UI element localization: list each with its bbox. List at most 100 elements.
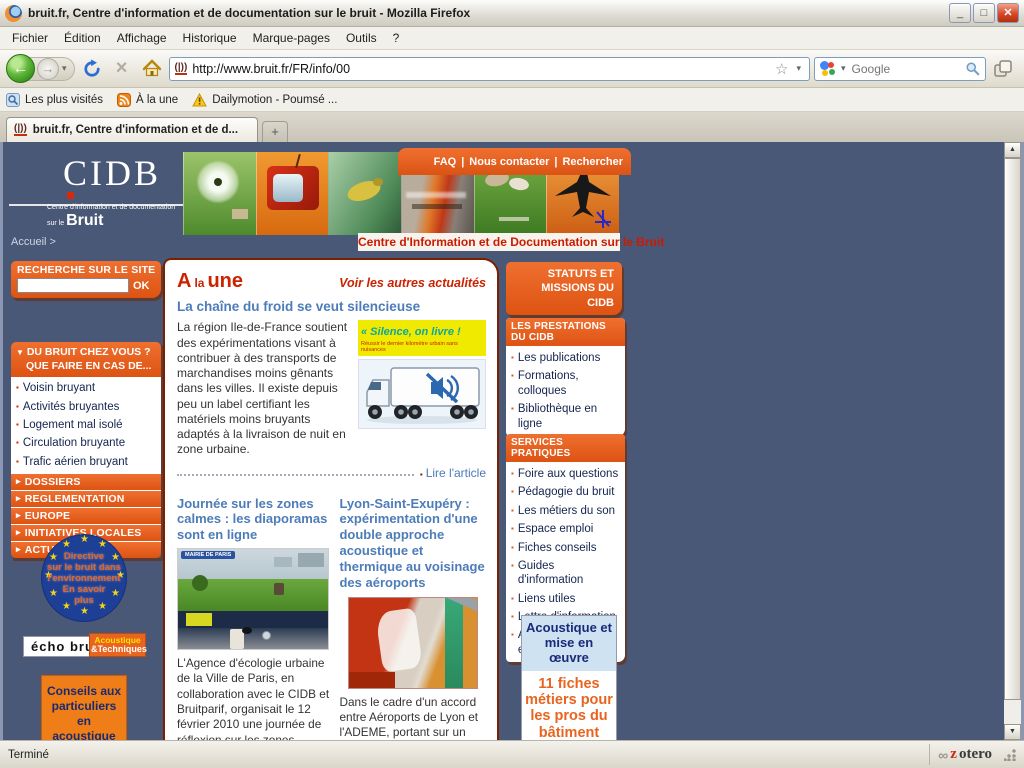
menu-edition[interactable]: Édition xyxy=(56,28,109,48)
menu-marque-pages[interactable]: Marque-pages xyxy=(245,28,338,48)
menu-item-voisin-bruyant[interactable]: ▪Voisin bruyant xyxy=(11,379,161,397)
service-label: Espace emploi xyxy=(518,522,593,536)
contact-link[interactable]: Nous contacter xyxy=(469,156,549,168)
banner-tv-image xyxy=(256,152,329,235)
article1-heading[interactable]: La chaîne du froid se veut silencieuse xyxy=(177,299,486,315)
home-icon xyxy=(142,59,162,79)
search-link[interactable]: Rechercher xyxy=(562,156,623,168)
statuts-missions-button[interactable]: STATUTS ET MISSIONS DU CIDB xyxy=(506,262,622,315)
cidb-logo[interactable]: CIDB Centre d'information et de document… xyxy=(11,148,181,240)
see-all-news-link[interactable]: Voir les autres actualités xyxy=(339,276,486,290)
bookmark-star-icon[interactable]: ☆ xyxy=(775,60,788,78)
menu-item-trafic-aerien[interactable]: ▪Trafic aérien bruyant xyxy=(11,453,161,471)
reload-icon xyxy=(82,59,102,79)
folder-magnifier-icon xyxy=(6,93,20,107)
at-label-2: &Techniques xyxy=(91,645,144,654)
site-search-ok-button[interactable]: OK xyxy=(133,280,150,292)
prestation-formations[interactable]: ▪Formations, colloques xyxy=(506,367,625,400)
minimize-button[interactable]: _ xyxy=(949,3,971,23)
search-engine-dropdown-icon[interactable]: ▾ xyxy=(838,63,849,74)
menu-affichage[interactable]: Affichage xyxy=(109,28,175,48)
url-input[interactable] xyxy=(192,62,770,76)
home-button[interactable] xyxy=(139,56,165,82)
menu-item-circulation-bruyante[interactable]: ▪Circulation bruyante xyxy=(11,434,161,452)
maximize-button[interactable]: □ xyxy=(973,3,995,23)
tab-groups-button[interactable] xyxy=(990,56,1016,82)
prestations-box: LES PRESTATIONS DU CIDB ▪Les publication… xyxy=(506,318,625,436)
service-faq[interactable]: ▪Foire aux questions xyxy=(506,465,625,483)
status-text: Terminé xyxy=(8,749,929,761)
menu-item-label: Logement mal isolé xyxy=(23,418,123,432)
services-title: SERVICES PRATIQUES xyxy=(506,434,625,462)
resize-grip[interactable] xyxy=(1004,749,1016,761)
article1-read-link[interactable]: ▪Lire l'article xyxy=(420,466,486,480)
search-input[interactable] xyxy=(852,62,962,76)
article2-image[interactable]: MAIRIE DE PARIS xyxy=(177,548,329,650)
scroll-up-button[interactable]: ▲ xyxy=(1004,142,1021,158)
url-bar[interactable]: (|)) ☆ ▾ xyxy=(169,57,810,81)
magnifier-icon[interactable] xyxy=(965,61,980,76)
left-menu-header[interactable]: ▼ DU BRUIT CHEZ VOUS ? QUE FAIRE EN CAS … xyxy=(11,342,161,377)
bookmark-a-la-une[interactable]: À la une xyxy=(117,93,178,107)
article2-heading[interactable]: Journée sur les zones calmes : les diapo… xyxy=(177,496,329,544)
article1-image[interactable]: « Silence, on livre ! Réussir le dernier… xyxy=(358,320,486,457)
prestation-bibliotheque[interactable]: ▪Bibliothèque en ligne xyxy=(506,400,625,433)
url-dropdown-icon[interactable]: ▾ xyxy=(793,63,804,74)
history-dropdown-icon[interactable]: ▾ xyxy=(59,63,70,74)
forward-button[interactable]: → xyxy=(37,58,59,80)
firefox-icon xyxy=(5,5,22,22)
menu-aide[interactable]: ? xyxy=(385,28,408,48)
reload-button[interactable] xyxy=(79,56,105,82)
faq-link[interactable]: FAQ xyxy=(434,156,457,168)
warning-triangle-icon xyxy=(192,93,207,107)
menu-outils[interactable]: Outils xyxy=(338,28,385,48)
back-button[interactable]: ← xyxy=(6,54,35,83)
section-label: EUROPE xyxy=(25,510,71,522)
eu-line: l'environnement xyxy=(48,573,121,584)
active-tab[interactable]: (|)) bruit.fr, Centre d'information et d… xyxy=(6,117,258,142)
site-search-input[interactable] xyxy=(17,278,129,293)
article3-image[interactable] xyxy=(348,597,478,689)
section-dossiers[interactable]: ▸DOSSIERS xyxy=(11,473,161,490)
menu-bar: Fichier Édition Affichage Historique Mar… xyxy=(0,27,1024,50)
prestation-publications[interactable]: ▪Les publications xyxy=(506,349,625,367)
menu-historique[interactable]: Historique xyxy=(175,28,245,48)
article3-heading[interactable]: Lyon-Saint-Exupéry : expérimentation d'u… xyxy=(339,496,486,591)
menu-item-logement-mal-isole[interactable]: ▪Logement mal isolé xyxy=(11,416,161,434)
new-tab-button[interactable]: + xyxy=(262,121,288,142)
close-button[interactable]: ✕ xyxy=(997,3,1019,23)
bookmark-les-plus-visites[interactable]: Les plus visités xyxy=(6,93,103,107)
service-label: Guides d'information xyxy=(518,559,622,588)
scroll-down-button[interactable]: ▼ xyxy=(1004,724,1021,740)
menu-fichier[interactable]: Fichier xyxy=(4,28,56,48)
bullet-icon: ▪ xyxy=(511,541,514,555)
page-title-a: A xyxy=(177,270,191,293)
conseils-particuliers-banner[interactable]: Conseils aux particuliers en acoustique … xyxy=(41,675,127,740)
search-box[interactable]: ▾ xyxy=(814,57,986,81)
breadcrumb[interactable]: Accueil > xyxy=(11,236,56,248)
service-guides[interactable]: ▪Guides d'information xyxy=(506,557,625,590)
page-title-une: une xyxy=(207,270,243,293)
zotero-z: z xyxy=(950,746,957,763)
section-reglementation[interactable]: ▸REGLEMENTATION xyxy=(11,490,161,507)
service-pedagogie[interactable]: ▪ Pédagogie du bruit xyxy=(506,483,625,501)
service-metiers-du-son[interactable]: ▪Les métiers du son xyxy=(506,502,625,520)
dotted-divider xyxy=(177,474,414,476)
acoustique-techniques-button[interactable]: Acoustique &Techniques xyxy=(89,633,146,657)
service-espace-emploi[interactable]: ▪Espace emploi xyxy=(506,520,625,538)
service-fiches-conseils[interactable]: ▪Fiches conseils xyxy=(506,539,625,557)
bullet-icon: ▪ xyxy=(511,402,514,431)
zotero-launcher[interactable]: ∞ z otero xyxy=(929,744,1000,765)
stop-button[interactable]: × xyxy=(109,56,135,82)
bullet-icon: ▪ xyxy=(511,485,514,499)
scrollbar-thumb[interactable] xyxy=(1004,158,1021,700)
section-europe[interactable]: ▸EUROPE xyxy=(11,507,161,524)
service-label: Pédagogie du bruit xyxy=(518,485,615,499)
eu-directive-badge[interactable]: ★ ★ ★ ★ ★ ★ ★ ★ ★ ★ ★ ★ Directive sur le… xyxy=(41,534,127,622)
fiches-metiers-ad[interactable]: Acoustique et mise en œuvre 11 fiches mé… xyxy=(521,615,617,740)
menu-item-activites-bruyantes[interactable]: ▪Activités bruyantes xyxy=(11,398,161,416)
bookmark-dailymotion[interactable]: Dailymotion - Poumsé ... xyxy=(192,93,337,107)
service-liens-utiles[interactable]: ▪Liens utiles xyxy=(506,590,625,608)
vertical-scrollbar[interactable]: ▲ ▼ xyxy=(1004,142,1021,740)
bullet-icon: ▪ xyxy=(511,504,514,518)
